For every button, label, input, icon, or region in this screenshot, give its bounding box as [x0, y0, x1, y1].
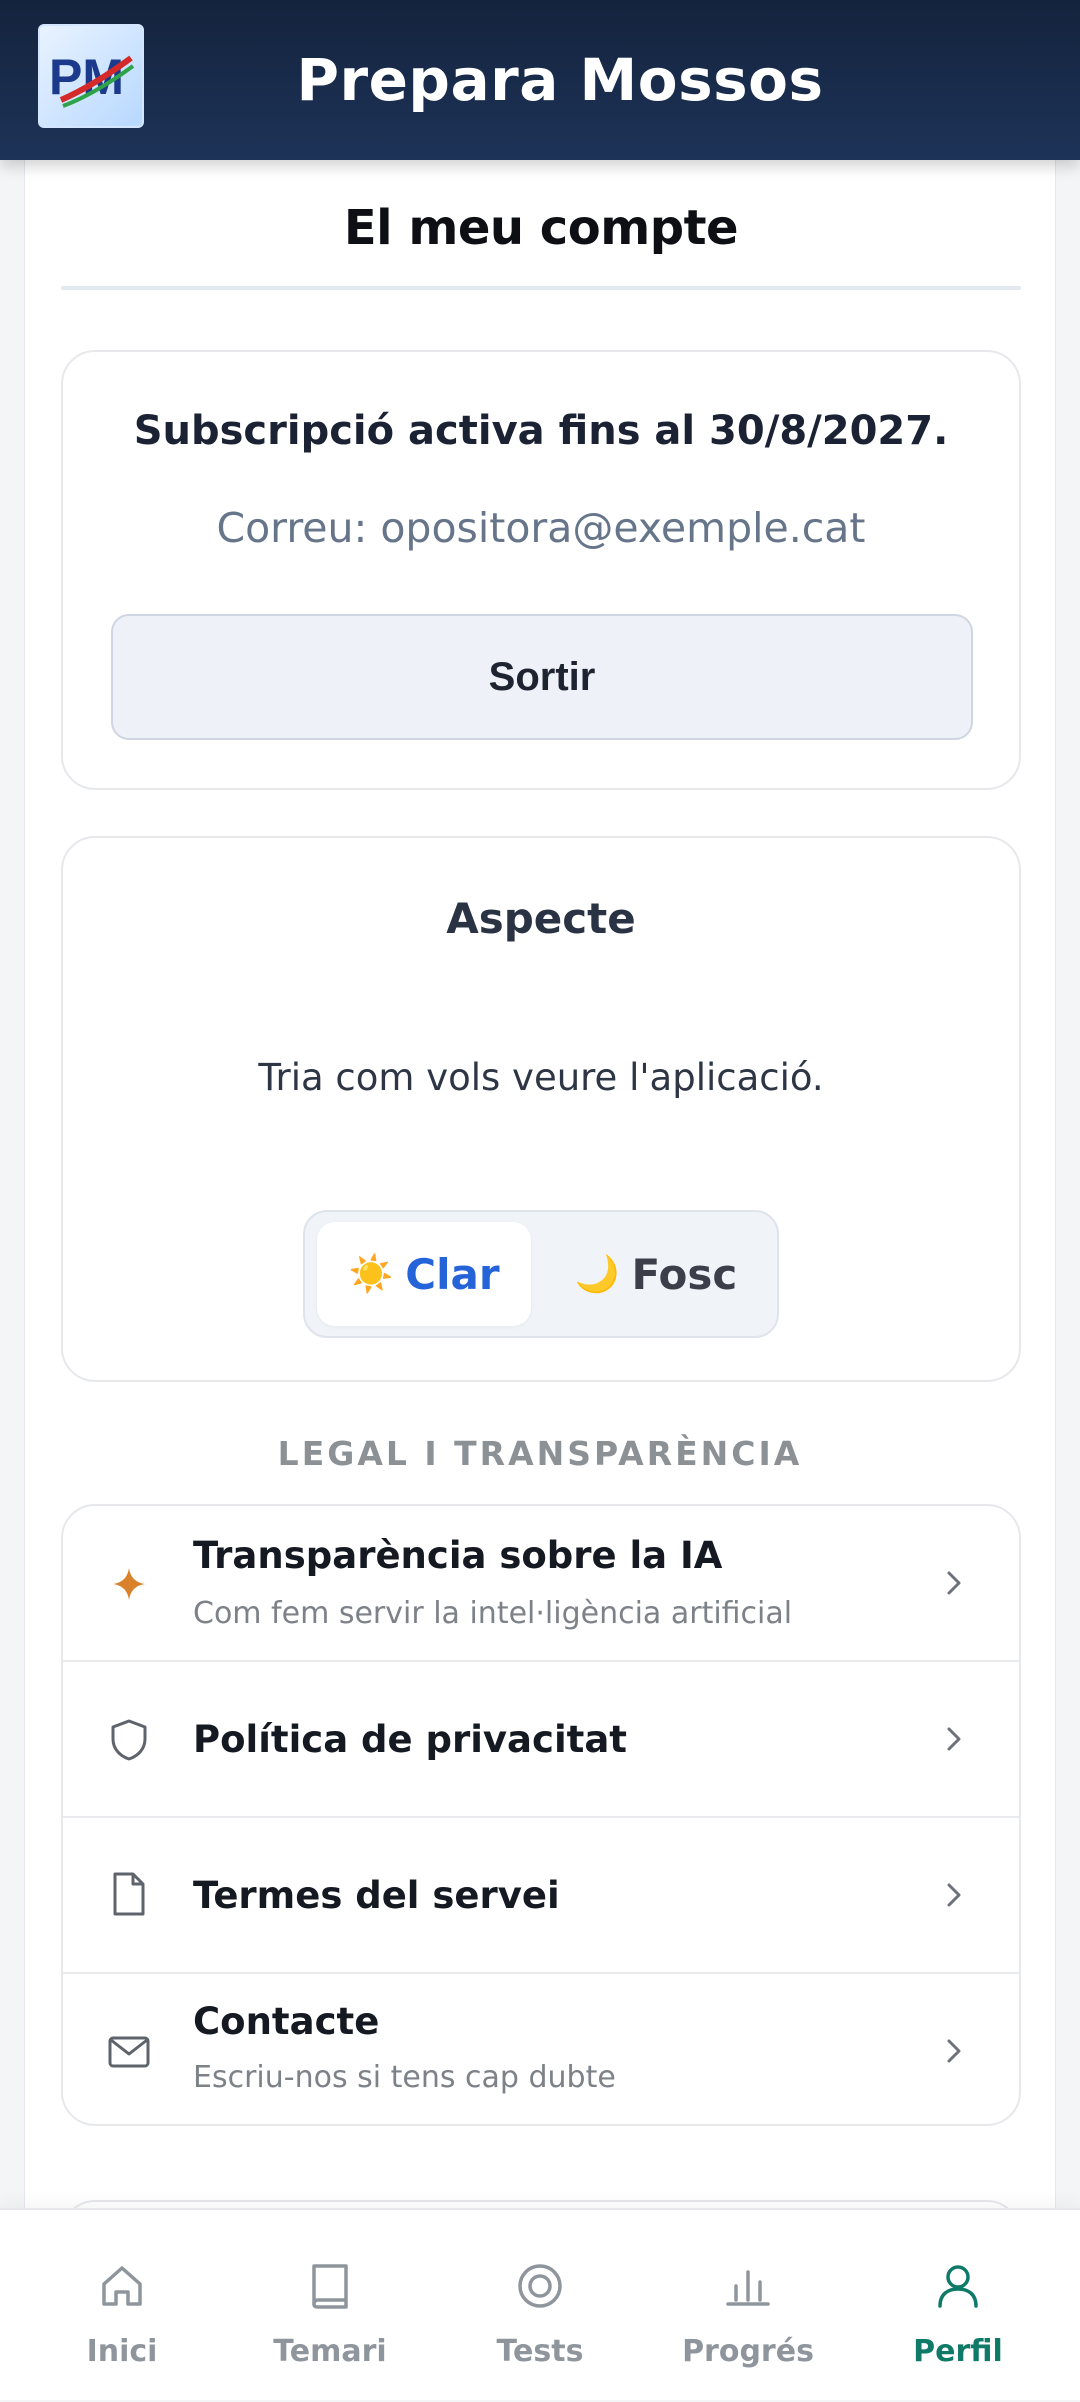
theme-option-label: Fosc	[631, 1249, 738, 1299]
shield-icon	[107, 1718, 151, 1762]
legal-item-privacy-policy[interactable]: Política de privacitat	[63, 1662, 1019, 1818]
legal-item-title: Política de privacitat	[193, 1718, 627, 1761]
nav-label: Inici	[86, 2334, 158, 2369]
app-header: PM Prepara Mossos	[0, 0, 1080, 160]
legal-item-subtitle: Escriu-nos si tens cap dubte	[193, 2060, 616, 2095]
subscription-status: Subscripció activa fins al 30/8/2027.	[133, 408, 949, 454]
legal-item-ai-transparency[interactable]: Transparència sobre la IA Com fem servir…	[63, 1506, 1019, 1662]
chevron-right-icon	[947, 1883, 961, 1907]
nav-item-home[interactable]: Inici	[14, 2210, 230, 2402]
chevron-right-icon	[947, 2039, 961, 2063]
subscription-card: Subscripció activa fins al 30/8/2027. Co…	[61, 350, 1021, 790]
moon-icon: 🌙	[574, 1254, 620, 1295]
legal-item-contact[interactable]: Contacte Escriu-nos si tens cap dubte	[63, 1974, 1019, 2124]
app-title: Prepara Mossos	[296, 46, 824, 114]
legal-item-terms-of-service[interactable]: Termes del servei	[63, 1818, 1019, 1974]
appearance-card: Aspecte Tria com vols veure l'aplicació.…	[61, 836, 1021, 1382]
app-logo: PM	[38, 24, 144, 128]
nav-label: Perfil	[913, 2334, 1003, 2369]
user-icon	[938, 2265, 978, 2308]
target-icon	[518, 2264, 562, 2308]
legal-section-label: LEGAL I TRANSPARÈNCIA	[277, 1434, 803, 1473]
legal-item-title: Transparència sobre la IA	[193, 1534, 723, 1577]
legal-card: Transparència sobre la IA Com fem servir…	[61, 1504, 1021, 2126]
theme-option-label: Clar	[405, 1249, 500, 1299]
logout-button[interactable]: Sortir	[111, 614, 973, 740]
document-icon	[107, 1872, 151, 1916]
sun-icon: ☀️	[348, 1254, 394, 1295]
account-email: Correu: opositora@exemple.cat	[216, 504, 866, 552]
mail-icon	[107, 2030, 151, 2074]
appearance-title: Aspecte	[446, 894, 636, 943]
chevron-right-icon	[947, 1571, 961, 1595]
nav-label: Temari	[273, 2334, 387, 2369]
theme-option-dark[interactable]: 🌙 Fosc	[545, 1222, 767, 1326]
legal-item-subtitle: Com fem servir la intel·ligència artific…	[193, 1596, 793, 1631]
nav-item-progress[interactable]: Progrés	[640, 2210, 856, 2402]
title-divider	[61, 286, 1021, 290]
logo-mark-icon: PM	[49, 49, 135, 108]
bar-chart-icon	[726, 2270, 770, 2306]
book-icon	[312, 2264, 348, 2309]
chevron-right-icon	[947, 1727, 961, 1751]
nav-item-tests[interactable]: Tests	[432, 2210, 648, 2402]
legal-item-title: Termes del servei	[193, 1874, 560, 1917]
account-panel: El meu compte Subscripció activa fins al…	[24, 160, 1056, 2240]
nav-label: Tests	[496, 2334, 584, 2369]
nav-item-syllabus[interactable]: Temari	[222, 2210, 438, 2402]
sparkle-icon	[107, 1562, 151, 1606]
home-icon	[102, 2266, 142, 2306]
legal-item-title: Contacte	[193, 2000, 380, 2043]
nav-item-profile[interactable]: Perfil	[850, 2210, 1066, 2402]
bottom-nav: Inici Temari Tests Progrés Perfil	[0, 2208, 1080, 2400]
theme-option-light[interactable]: ☀️ Clar	[317, 1222, 531, 1326]
page-title: El meu compte	[343, 200, 739, 256]
theme-toggle: ☀️ Clar 🌙 Fosc	[303, 1210, 779, 1338]
nav-label: Progrés	[682, 2334, 814, 2369]
appearance-description: Tria com vols veure l'aplicació.	[258, 1056, 824, 1099]
